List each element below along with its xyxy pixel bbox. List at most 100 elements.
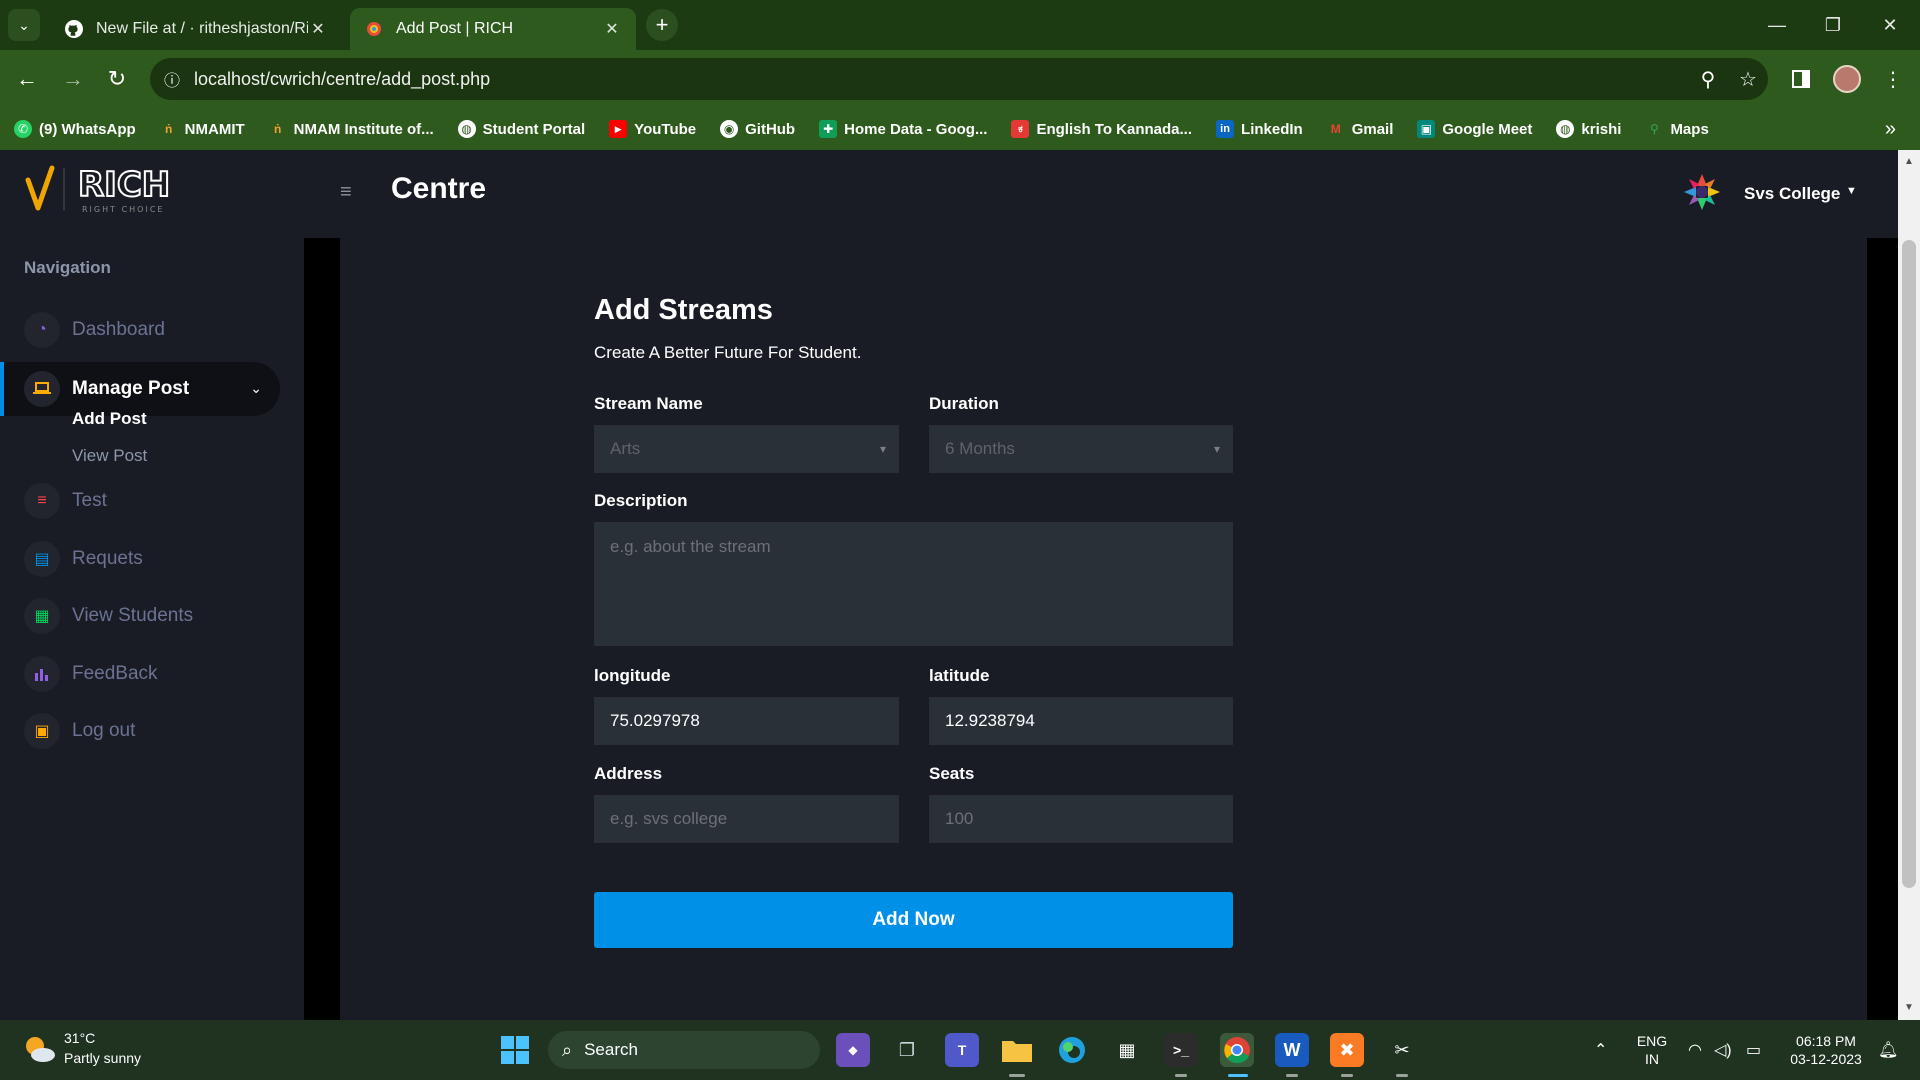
windows-start-icon[interactable] (498, 1033, 532, 1067)
user-menu[interactable]: Svs College (1744, 184, 1840, 204)
latitude-input[interactable]: 12.9238794 (929, 697, 1233, 745)
weather-temperature[interactable]: 31°C (64, 1030, 95, 1046)
clock[interactable]: 06:18 PM 03-12-2023 (1784, 1032, 1868, 1068)
bookmark-student-portal[interactable]: ◍ Student Portal (457, 120, 585, 138)
url-text[interactable]: localhost/cwrich/centre/add_post.php (194, 69, 1688, 90)
sidebar-item-requets[interactable]: ▤ Requets (0, 532, 280, 586)
wifi-icon[interactable]: ◠ (1688, 1040, 1702, 1060)
info-icon[interactable]: ⓘ (150, 67, 194, 91)
sidebar-subitem-add-post[interactable]: Add Post (72, 409, 147, 429)
scroll-down-icon[interactable]: ▼ (1904, 1002, 1914, 1013)
scroll-thumb[interactable] (1902, 240, 1916, 888)
terminal-icon[interactable]: >_ (1164, 1033, 1198, 1067)
close-icon[interactable]: ✕ (308, 19, 328, 39)
chrome-icon[interactable] (1220, 1033, 1254, 1067)
taskbar-search[interactable]: ⌕ Search (548, 1031, 820, 1069)
bookmark-google-meet[interactable]: ▣ Google Meet (1417, 120, 1532, 138)
sidebar-item-log-out[interactable]: ▣ Log out (0, 704, 280, 758)
minimize-button[interactable]: — (1749, 0, 1805, 50)
weather-sun-cloud-icon[interactable] (22, 1034, 56, 1064)
meet-icon: ▣ (1417, 120, 1436, 138)
sidebar-subitem-view-post[interactable]: View Post (72, 446, 147, 466)
bookmark-nmamit[interactable]: ṅ NMAMIT (160, 120, 245, 138)
rich-favicon-icon (364, 19, 384, 39)
sidebar-item-test[interactable]: ≡ Test (0, 474, 280, 528)
longitude-input[interactable]: 75.0297978 (594, 697, 899, 745)
sidebar-item-dashboard[interactable]: ◔ Dashboard (0, 303, 280, 357)
linkedin-icon: in (1216, 120, 1235, 138)
document-icon: ▤ (24, 541, 60, 577)
address-input[interactable]: e.g. svs college (594, 795, 899, 843)
bookmark-home-data[interactable]: ✚ Home Data - Goog... (819, 120, 987, 138)
search-icon: ⌕ (562, 1039, 573, 1060)
restore-button[interactable]: ❐ (1805, 0, 1861, 50)
page-scrollbar[interactable]: ▲ ▼ (1898, 150, 1920, 1020)
scroll-up-icon[interactable]: ▲ (1904, 156, 1914, 167)
notification-bell-icon[interactable]: 🔔︎ (1878, 1040, 1898, 1060)
word-icon[interactable]: W (1275, 1033, 1309, 1067)
sidebar-item-view-students[interactable]: ▦ View Students (0, 589, 280, 643)
profile-avatar[interactable] (1830, 62, 1864, 96)
bookmark-maps[interactable]: ⚲ Maps (1645, 120, 1709, 138)
tab-title: Add Post | RICH (396, 20, 514, 37)
seats-input[interactable]: 100 (929, 795, 1233, 843)
bookmark-linkedin[interactable]: in LinkedIn (1216, 120, 1303, 138)
more-menu-icon[interactable]: ⋮ (1876, 62, 1910, 96)
edge-icon[interactable] (1055, 1033, 1089, 1067)
taskbar-indicator (1396, 1074, 1408, 1077)
bookmark-github[interactable]: ◉ GitHub (720, 120, 795, 138)
page-title: Centre (391, 172, 487, 205)
college-logo[interactable] (1682, 172, 1722, 212)
address-bar[interactable]: ⓘ localhost/cwrich/centre/add_post.php ⚲… (150, 58, 1768, 100)
volume-icon[interactable]: ◁) (1714, 1040, 1732, 1060)
back-arrow-icon[interactable]: ← (10, 62, 44, 96)
bookmark-gmail[interactable]: M Gmail (1327, 120, 1394, 138)
nmamit-icon: ṅ (274, 122, 282, 136)
sidebar-item-manage-post[interactable]: Manage Post ⌄ (0, 362, 280, 416)
rich-logo[interactable]: RICH RIGHT CHOICE (22, 164, 192, 216)
location-pin-icon[interactable]: ⚲ (1688, 67, 1728, 92)
chart-bar-icon (24, 656, 60, 692)
bookmark-whatsapp[interactable]: ✆ (9) WhatsApp (14, 120, 136, 138)
add-now-button[interactable]: Add Now (594, 892, 1233, 948)
side-panel-icon[interactable] (1784, 62, 1818, 96)
battery-icon[interactable]: ▭ (1746, 1040, 1761, 1060)
tab-github[interactable]: New File at / · ritheshjaston/Ri ✕ (50, 8, 342, 50)
new-tab-button[interactable]: + (646, 9, 678, 41)
tab-search-button[interactable]: ⌄ (8, 9, 40, 41)
bookmark-krishi[interactable]: ◍ krishi (1556, 120, 1621, 138)
nav-heading: Navigation (24, 258, 111, 277)
chevrons-right-icon[interactable]: » (1885, 118, 1896, 141)
tab-add-post[interactable]: Add Post | RICH ✕ (350, 8, 636, 50)
widgets-app-icon[interactable]: ◆ (836, 1033, 870, 1067)
chevron-down-icon: ▾ (879, 442, 886, 456)
bookmark-english-kannada[interactable]: ಕ English To Kannada... (1011, 120, 1192, 138)
chevron-up-icon[interactable]: ⌃ (1594, 1040, 1607, 1060)
file-explorer-icon[interactable] (1000, 1033, 1034, 1067)
bookmark-youtube[interactable]: ▶ YouTube (609, 120, 696, 138)
star-icon[interactable]: ☆ (1728, 67, 1768, 92)
xampp-icon[interactable]: ✖ (1330, 1033, 1364, 1067)
contacts-icon: ▣ (24, 713, 60, 749)
close-window-button[interactable]: ✕ (1862, 0, 1918, 50)
taskbar-indicator-active (1228, 1074, 1248, 1077)
bookmark-nmam-institute[interactable]: ṅ NMAM Institute of... (269, 120, 434, 138)
caret-down-icon[interactable]: ▼ (1846, 185, 1857, 197)
stream-name-select[interactable]: Arts ▾ (594, 425, 899, 473)
task-view-icon[interactable]: ❐ (890, 1033, 924, 1067)
forward-arrow-icon[interactable]: → (56, 62, 90, 96)
reload-icon[interactable]: ↻ (100, 62, 134, 96)
microsoft-store-icon[interactable]: ▦ (1110, 1033, 1144, 1067)
sidebar-item-feedback[interactable]: FeedBack (0, 647, 280, 701)
taskbar-indicator (1009, 1074, 1025, 1077)
description-textarea[interactable]: e.g. about the stream (594, 522, 1233, 646)
duration-select[interactable]: 6 Months ▾ (929, 425, 1233, 473)
app-header: RICH RIGHT CHOICE ≡ Centre Svs College ▼ (0, 150, 1898, 238)
language-indicator[interactable]: ENG IN (1630, 1032, 1674, 1068)
teams-icon[interactable]: T (945, 1033, 979, 1067)
snipping-tool-icon[interactable]: ✂ (1385, 1033, 1419, 1067)
hamburger-menu-icon[interactable]: ≡ (340, 181, 356, 204)
latitude-label: latitude (929, 666, 990, 685)
weather-description[interactable]: Partly sunny (64, 1050, 141, 1066)
close-icon[interactable]: ✕ (602, 19, 622, 39)
